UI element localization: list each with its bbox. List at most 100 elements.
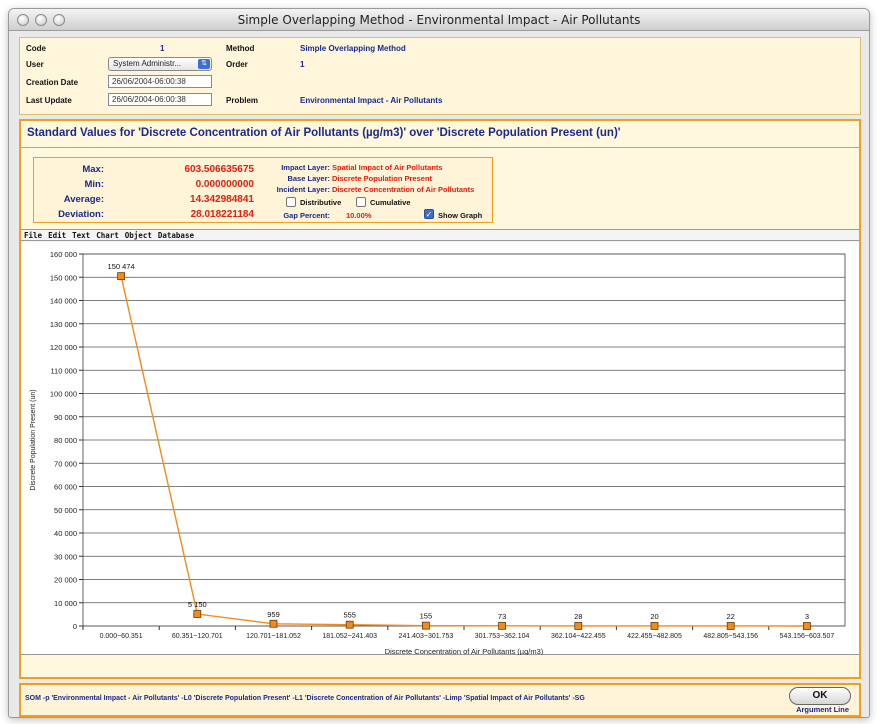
ok-button[interactable]: OK xyxy=(789,687,851,705)
base-layer-label: Base Layer: xyxy=(287,174,330,183)
gap-percent-value[interactable]: 10.00% xyxy=(346,211,371,220)
title-bar: Simple Overlapping Method - Environmenta… xyxy=(9,9,869,31)
incident-layer-value: Discrete Concentration of Air Pollutants xyxy=(332,185,475,194)
data-label: 22 xyxy=(727,612,735,621)
y-tick-label: 110 000 xyxy=(50,366,77,375)
argument-line-text: SOM -p 'Environmental Impact - Air Pollu… xyxy=(25,695,585,702)
y-axis-label: Discrete Population Present (un) xyxy=(30,389,37,490)
data-label: 5 150 xyxy=(188,600,207,609)
data-point xyxy=(726,622,735,630)
data-label: 73 xyxy=(498,612,506,621)
distributive-label: Distributive xyxy=(300,198,342,207)
app-window: Simple Overlapping Method - Environmenta… xyxy=(8,8,870,718)
code-label: Code xyxy=(26,44,46,53)
problem-label: Problem xyxy=(226,96,259,105)
base-layer-value: Discrete Population Present xyxy=(332,174,433,183)
max-label: Max: xyxy=(82,164,104,175)
panel-divider xyxy=(21,147,859,148)
data-label: 28 xyxy=(574,612,582,621)
y-tick-label: 50 000 xyxy=(54,506,77,515)
menu-file[interactable]: File xyxy=(21,230,45,241)
menu-database[interactable]: Database xyxy=(155,230,197,241)
y-tick-label: 40 000 xyxy=(54,529,77,538)
method-value: Simple Overlapping Method xyxy=(300,44,406,53)
x-tick-label: 543.156~603.507 xyxy=(780,633,835,640)
order-value: 1 xyxy=(300,60,305,69)
impact-layer-value: Spatial Impact of Air Pollutants xyxy=(332,163,443,172)
show-graph-label: Show Graph xyxy=(438,211,483,220)
data-point xyxy=(650,622,659,630)
min-value: 0.000000000 xyxy=(195,179,254,190)
data-label: 20 xyxy=(650,612,658,621)
distributive-checkbox[interactable] xyxy=(286,197,296,207)
min-label: Min: xyxy=(84,179,104,190)
menu-chart[interactable]: Chart xyxy=(93,230,122,241)
y-tick-label: 100 000 xyxy=(50,390,77,399)
x-tick-label: 301.753~362.104 xyxy=(475,633,530,640)
data-point xyxy=(269,619,278,628)
y-tick-label: 80 000 xyxy=(54,436,77,445)
y-tick-label: 150 000 xyxy=(50,273,77,282)
y-tick-label: 70 000 xyxy=(54,459,77,468)
stats-box: Max: 603.506635675 Min: 0.000000000 Aver… xyxy=(33,157,493,223)
x-axis-label: Discrete Concentration of Air Pollutants… xyxy=(385,647,544,655)
menu-edit[interactable]: Edit xyxy=(45,230,69,241)
order-label: Order xyxy=(226,60,248,69)
standard-values-panel: Standard Values for 'Discrete Concentrat… xyxy=(19,119,861,679)
data-point xyxy=(421,621,430,630)
cumulative-label: Cumulative xyxy=(370,198,411,207)
y-tick-label: 20 000 xyxy=(54,576,77,585)
data-label: 150 474 xyxy=(108,262,135,271)
data-point xyxy=(498,621,507,630)
deviation-label: Deviation: xyxy=(58,209,104,220)
y-tick-label: 130 000 xyxy=(50,320,77,329)
y-tick-label: 0 xyxy=(73,622,77,631)
data-point xyxy=(574,622,583,630)
data-point xyxy=(117,272,125,281)
y-tick-label: 30 000 xyxy=(54,552,77,561)
y-tick-label: 10 000 xyxy=(54,599,77,608)
x-tick-label: 362.104~422.455 xyxy=(551,633,606,640)
x-tick-label: 60.351~120.701 xyxy=(172,633,223,640)
y-tick-label: 140 000 xyxy=(50,297,77,306)
menu-object[interactable]: Object xyxy=(122,230,155,241)
data-label: 155 xyxy=(420,612,433,621)
y-tick-label: 90 000 xyxy=(54,413,77,422)
x-tick-label: 120.701~181.052 xyxy=(246,633,301,640)
y-tick-label: 60 000 xyxy=(54,483,77,492)
problem-value: Environmental Impact - Air Pollutants xyxy=(300,96,443,105)
data-point xyxy=(193,610,202,618)
creation-date-field[interactable]: 26/06/2004-06:00:38 xyxy=(108,75,212,88)
data-label: 555 xyxy=(343,611,356,620)
show-graph-checkbox[interactable]: ✓ xyxy=(424,209,434,219)
data-point xyxy=(803,622,811,630)
max-value: 603.506635675 xyxy=(184,164,254,175)
average-value: 14.342984841 xyxy=(190,194,254,205)
chart-area: 0 10 000 20 000 30 000 40 000 50 000 60 000 70 … xyxy=(21,242,859,655)
chart-menu-bar: File Edit Text Chart Object Database xyxy=(21,229,859,241)
last-update-field[interactable]: 26/06/2004-06:00:38 xyxy=(108,93,212,106)
incident-layer-label: Incident Layer: xyxy=(276,185,330,194)
gap-percent-label: Gap Percent: xyxy=(283,211,330,220)
x-tick-label: 241.403~301.753 xyxy=(399,633,454,640)
user-select-value: System Administr... xyxy=(113,59,182,68)
line-chart: 0 10 000 20 000 30 000 40 000 50 000 60 000 70 … xyxy=(30,250,846,655)
panel-title: Standard Values for 'Discrete Concentrat… xyxy=(27,127,621,139)
user-select[interactable]: System Administr... ⇅ xyxy=(108,57,212,71)
data-label: 959 xyxy=(267,610,280,619)
argument-bar: SOM -p 'Environmental Impact - Air Pollu… xyxy=(19,683,861,717)
argument-line-label[interactable]: Argument Line xyxy=(796,705,849,714)
x-tick-label: 422.455~482.805 xyxy=(627,633,682,640)
y-tick-label: 120 000 xyxy=(50,343,77,352)
x-tick-label: 482.805~543.156 xyxy=(703,633,758,640)
method-label: Method xyxy=(226,44,255,53)
window-title: Simple Overlapping Method - Environmenta… xyxy=(237,13,641,27)
x-tick-label: 181.052~241.403 xyxy=(322,633,377,640)
menu-text[interactable]: Text xyxy=(69,230,93,241)
impact-layer-label: Impact Layer: xyxy=(281,163,330,172)
average-label: Average: xyxy=(63,194,104,205)
creation-date-label: Creation Date xyxy=(26,78,79,87)
deviation-value: 28.018221184 xyxy=(190,209,254,220)
data-label: 3 xyxy=(805,612,809,621)
cumulative-checkbox[interactable] xyxy=(356,197,366,207)
